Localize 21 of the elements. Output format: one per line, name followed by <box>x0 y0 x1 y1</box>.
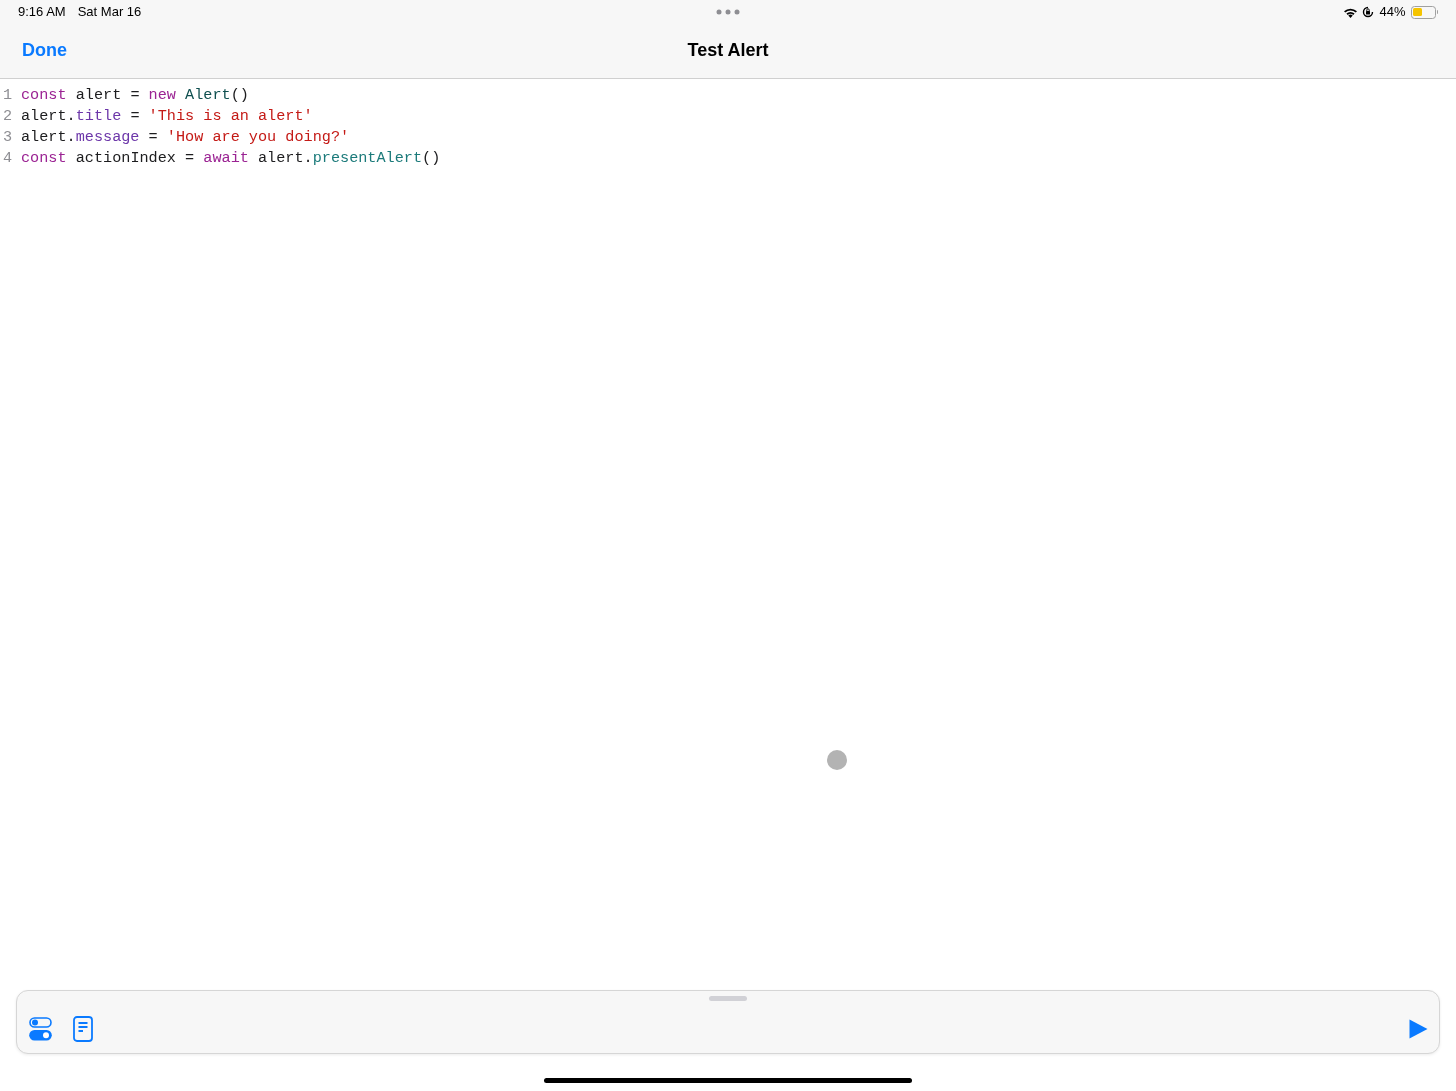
line-number: 4 <box>2 148 14 169</box>
done-button[interactable]: Done <box>22 36 67 66</box>
page-title: Test Alert <box>687 38 769 62</box>
line-number: 2 <box>2 106 14 127</box>
document-icon[interactable] <box>73 1016 93 1042</box>
touch-indicator-icon <box>827 750 847 770</box>
battery-percent: 44% <box>1379 3 1406 22</box>
orientation-lock-icon <box>1362 6 1375 18</box>
code-line: const alert = new Alert() <box>21 85 249 106</box>
wifi-icon <box>1343 6 1359 18</box>
code-line: const actionIndex = await alert.presentAlert() <box>21 148 441 169</box>
multitasking-dots-icon[interactable] <box>716 9 740 15</box>
status-date: Sat Mar 16 <box>77 3 142 22</box>
code-line: alert.message = 'How are you doing?' <box>21 127 350 148</box>
drag-handle-icon[interactable] <box>709 996 747 1001</box>
code-line: alert.title = 'This is an alert' <box>21 106 313 127</box>
status-time: 9:16 AM <box>18 3 66 22</box>
run-icon[interactable] <box>1409 1019 1428 1039</box>
toggles-icon[interactable] <box>29 1017 52 1041</box>
line-number: 1 <box>2 85 14 106</box>
line-number: 3 <box>2 127 14 148</box>
